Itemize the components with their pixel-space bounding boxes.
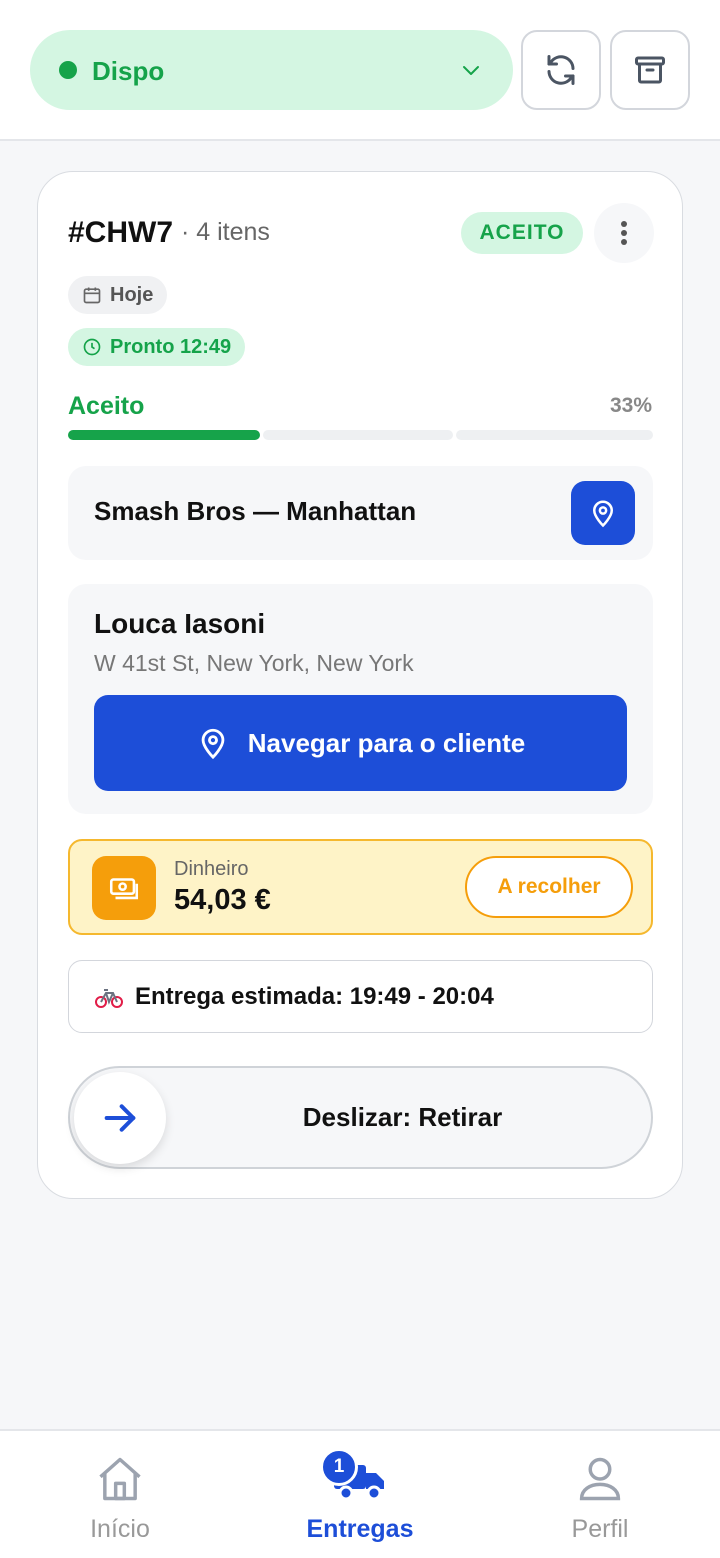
collect-payment-button[interactable]: A recolher: [465, 856, 633, 918]
ready-time-label: Pronto 12:49: [110, 335, 232, 358]
top-bar: Dispo: [0, 0, 720, 141]
map-pin-icon: [201, 728, 225, 760]
eta-text: Entrega estimada: 19:49 - 20:04: [135, 983, 494, 1010]
availability-select[interactable]: Dispo: [30, 30, 513, 110]
date-chip-label: Hoje: [110, 283, 154, 306]
nav-label-deliveries: Entregas: [306, 1515, 414, 1543]
cash-icon: [92, 856, 156, 920]
clock-icon: [83, 338, 101, 356]
refresh-icon: [547, 55, 575, 85]
navigate-to-customer-button[interactable]: Navegar para o cliente: [94, 695, 627, 791]
progress-segment-2: [263, 430, 453, 440]
restaurant-name: Smash Bros — Manhattan: [94, 496, 417, 526]
nav-label-home: Início: [90, 1515, 150, 1543]
progress-segment-3: [456, 430, 653, 440]
ready-time-chip: Pronto 12:49: [68, 328, 246, 366]
progress-segment-1: [68, 430, 260, 440]
chevron-down-icon: [463, 66, 479, 75]
eta-box: Entrega estimada: 19:49 - 20:04: [68, 960, 653, 1033]
order-id: #CHW7: [68, 216, 174, 249]
more-vertical-icon: [621, 221, 627, 245]
archive-icon: [635, 56, 665, 84]
customer-box: Louca Iasoni W 41st St, New York, New Yo…: [68, 584, 653, 814]
status-badge: ACEITO: [461, 212, 583, 254]
payment-amount: 54,03 €: [174, 884, 271, 916]
payment-method: Dinheiro: [174, 858, 249, 880]
bottom-nav: Início Entregas 1 Perfil: [0, 1429, 720, 1558]
home-icon: [99, 1457, 141, 1501]
nav-item-home[interactable]: Início: [0, 1431, 240, 1558]
customer-address: W 41st St, New York, New York: [94, 650, 414, 676]
nav-item-deliveries[interactable]: Entregas: [240, 1431, 480, 1558]
status-dot: [59, 61, 77, 79]
map-pin-icon: [592, 500, 614, 528]
bicycle-icon: [95, 989, 123, 1008]
payment-box: Dinheiro 54,03 € A recolher: [68, 839, 653, 935]
archive-button[interactable]: [610, 30, 690, 110]
navigate-button-label: Navegar para o cliente: [247, 727, 526, 758]
more-options-button[interactable]: [594, 203, 654, 263]
slider-label: Deslizar: Retirar: [302, 1102, 503, 1132]
slide-to-pickup[interactable]: Deslizar: Retirar: [68, 1066, 653, 1169]
restaurant-location-button[interactable]: [571, 481, 635, 545]
restaurant-box: Smash Bros — Manhattan: [68, 466, 653, 560]
item-count: · 4 itens: [181, 218, 270, 246]
refresh-button[interactable]: [521, 30, 601, 110]
nav-item-profile[interactable]: Perfil: [480, 1431, 720, 1558]
nav-label-profile: Perfil: [571, 1515, 629, 1543]
user-icon: [579, 1457, 621, 1501]
date-chip: Hoje: [68, 276, 168, 314]
progress-percent: 33%: [609, 394, 652, 417]
order-card: #CHW7 · 4 itens ACEITO Hoje Pronto 12:49…: [37, 171, 683, 1199]
calendar-icon: [83, 287, 101, 304]
customer-name: Louca Iasoni: [94, 608, 266, 639]
availability-label: Dispo: [92, 56, 165, 86]
progress-label: Aceito: [68, 392, 145, 420]
deliveries-count-badge: 1: [320, 1448, 358, 1486]
